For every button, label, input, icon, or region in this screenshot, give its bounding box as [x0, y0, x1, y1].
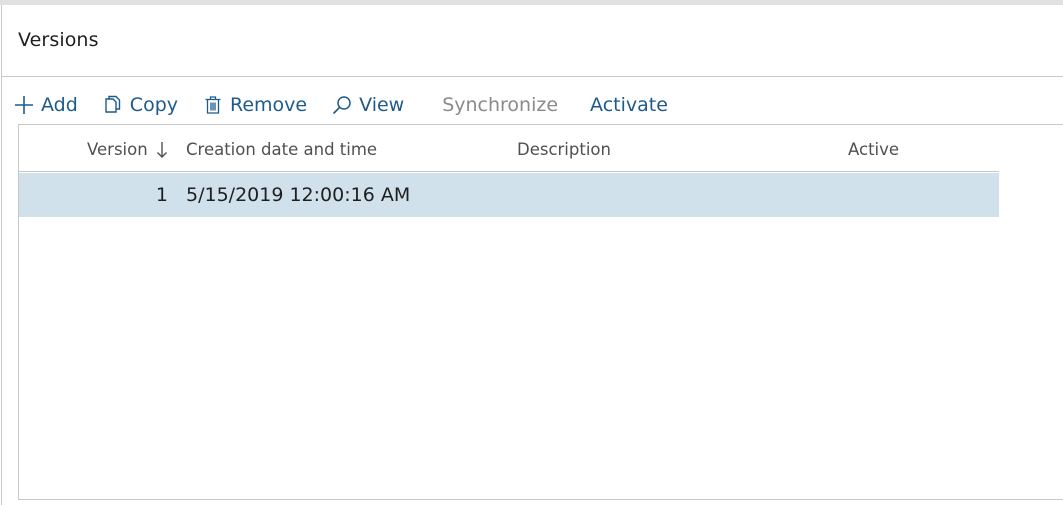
cell-creation-date: 5/15/2019 12:00:16 AM: [186, 184, 411, 206]
trash-icon: [202, 94, 224, 116]
column-header-version[interactable]: Version: [87, 140, 168, 159]
view-button[interactable]: View: [331, 94, 404, 116]
panel-title: Versions: [18, 29, 99, 51]
action-toolbar: Add Copy Remove View Synchronize Activat…: [13, 89, 692, 121]
synchronize-button[interactable]: Synchronize: [442, 94, 558, 116]
activate-button[interactable]: Activate: [590, 94, 668, 116]
column-header-version-label: Version: [87, 140, 148, 159]
search-icon: [331, 94, 353, 116]
view-label: View: [359, 94, 405, 116]
copy-icon: [102, 94, 124, 116]
grid-header: Version Creation date and time Descripti…: [19, 125, 999, 172]
plus-icon: [13, 94, 35, 116]
column-header-description[interactable]: Description: [517, 140, 611, 159]
table-row[interactable]: 1 5/15/2019 12:00:16 AM: [19, 173, 999, 217]
add-button[interactable]: Add: [13, 94, 78, 116]
add-label: Add: [41, 94, 78, 116]
copy-button[interactable]: Copy: [102, 94, 178, 116]
remove-button[interactable]: Remove: [202, 94, 307, 116]
activate-label: Activate: [590, 94, 668, 116]
versions-grid: Version Creation date and time Descripti…: [18, 124, 1063, 500]
synchronize-label: Synchronize: [442, 94, 559, 116]
copy-label: Copy: [129, 94, 178, 116]
sort-descending-icon: [156, 141, 168, 159]
remove-label: Remove: [230, 94, 308, 116]
column-header-active[interactable]: Active: [848, 140, 899, 159]
column-header-creation[interactable]: Creation date and time: [186, 140, 377, 159]
cell-version: 1: [155, 184, 168, 206]
title-divider: [2, 76, 1063, 77]
